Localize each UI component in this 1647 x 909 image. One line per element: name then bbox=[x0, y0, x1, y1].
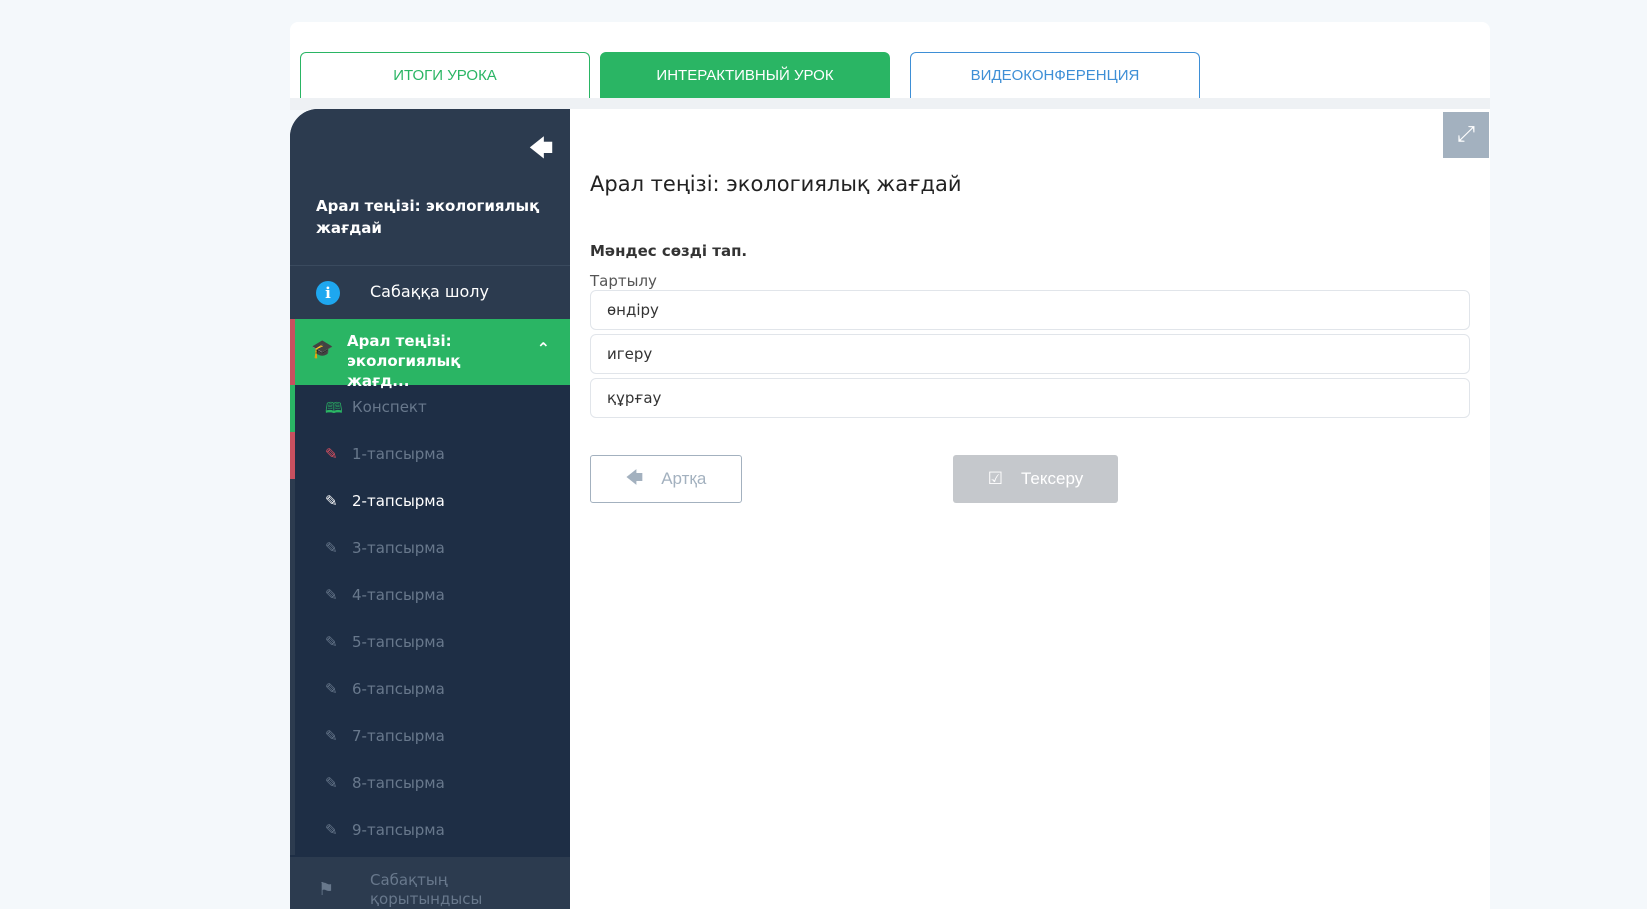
task-content-panel bbox=[570, 109, 1490, 909]
edit-icon: ✎ bbox=[325, 633, 338, 651]
checkbox-icon: ☑ bbox=[987, 469, 1003, 488]
tab-videoconference[interactable]: ВИДЕОКОНФЕРЕНЦИЯ bbox=[910, 52, 1200, 98]
lesson-sidebar: 🡄 Арал теңізі: экологиялық жағдай i Саба… bbox=[290, 109, 570, 909]
info-icon: i bbox=[316, 281, 340, 305]
sidebar-item-label: 7-тапсырма bbox=[352, 727, 445, 745]
tab-lesson-results[interactable]: ИТОГИ УРОКА bbox=[300, 52, 590, 98]
chevron-up-icon[interactable]: ⌃ bbox=[537, 339, 550, 358]
sidebar-item-label: 6-тапсырма bbox=[352, 680, 445, 698]
sidebar-item-task-7[interactable]: ✎ 7-тапсырма bbox=[290, 714, 570, 761]
sidebar-item-label: 4-тапсырма bbox=[352, 586, 445, 604]
back-button[interactable]: 🡄 Артқа bbox=[590, 455, 742, 503]
sidebar-item-label: 3-тапсырма bbox=[352, 539, 445, 557]
sidebar-item-label: Сабаққа шолу bbox=[370, 282, 489, 301]
edit-icon: ✎ bbox=[325, 539, 338, 557]
sidebar-item-task-1[interactable]: ✎ 1-тапсырма bbox=[290, 432, 570, 479]
sidebar-item-label: 8-тапсырма bbox=[352, 774, 445, 792]
answer-option[interactable]: құрғау bbox=[590, 378, 1470, 418]
edit-icon: ✎ bbox=[325, 821, 338, 839]
sidebar-item-task-5[interactable]: ✎ 5-тапсырма bbox=[290, 620, 570, 667]
sidebar-item-overview[interactable]: i Сабаққа шолу bbox=[290, 265, 570, 320]
check-button-label: Тексеру bbox=[1021, 469, 1084, 488]
target-word: Тартылу bbox=[590, 272, 657, 290]
sidebar-item-lesson[interactable]: 🎓 Арал теңізі: экологиялық жағд... ⌃ bbox=[290, 319, 570, 390]
sidebar-item-task-9[interactable]: ✎ 9-тапсырма bbox=[290, 808, 570, 855]
sidebar-item-konspekt[interactable]: 🕮 Конспект bbox=[290, 385, 570, 432]
arrow-left-icon: 🡄 bbox=[625, 467, 644, 487]
check-button[interactable]: ☑ Тексеру bbox=[953, 455, 1118, 503]
back-button-label: Артқа bbox=[661, 469, 707, 488]
sidebar-header: 🡄 Арал теңізі: экологиялық жағдай bbox=[290, 109, 570, 265]
graduation-cap-icon: 🎓 bbox=[311, 339, 334, 360]
sidebar-item-label: Сабақтың қорытындысы bbox=[370, 871, 483, 908]
answer-option[interactable]: өндіру bbox=[590, 290, 1470, 330]
sidebar-item-label: Арал теңізі: экологиялық жағд... bbox=[347, 332, 461, 390]
sidebar-item-label: 5-тапсырма bbox=[352, 633, 445, 651]
sidebar-item-task-2[interactable]: ✎ 2-тапсырма bbox=[290, 479, 570, 526]
edit-icon: ✎ bbox=[325, 445, 338, 463]
sidebar-item-label: 2-тапсырма bbox=[352, 492, 445, 510]
sidebar-item-label: 9-тапсырма bbox=[352, 821, 445, 839]
sidebar-item-lesson-summary[interactable]: ⚑ Сабақтың қорытындысы bbox=[290, 857, 570, 909]
edit-icon: ✎ bbox=[325, 586, 338, 604]
edit-icon: ✎ bbox=[325, 680, 338, 698]
book-icon: 🕮 bbox=[325, 399, 343, 417]
answer-option[interactable]: игеру bbox=[590, 334, 1470, 374]
sidebar-item-task-3[interactable]: ✎ 3-тапсырма bbox=[290, 526, 570, 573]
fullscreen-expand-icon[interactable]: ⤢ bbox=[1443, 112, 1489, 158]
flag-icon: ⚑ bbox=[318, 879, 335, 900]
page-title: Арал теңізі: экологиялық жағдай bbox=[590, 172, 962, 196]
edit-icon: ✎ bbox=[325, 727, 338, 745]
tab-interactive-lesson[interactable]: ИНТЕРАКТИВНЫЙ УРОК bbox=[600, 52, 890, 98]
edit-icon: ✎ bbox=[325, 492, 338, 510]
task-prompt: Мәндес сөзді тап. bbox=[590, 242, 748, 260]
back-arrow-icon[interactable]: 🡄 bbox=[528, 135, 554, 161]
sidebar-item-task-6[interactable]: ✎ 6-тапсырма bbox=[290, 667, 570, 714]
sidebar-item-task-8[interactable]: ✎ 8-тапсырма bbox=[290, 761, 570, 808]
sidebar-item-task-4[interactable]: ✎ 4-тапсырма bbox=[290, 573, 570, 620]
edit-icon: ✎ bbox=[325, 774, 338, 792]
sidebar-lesson-title: Арал теңізі: экологиялық жағдай bbox=[316, 197, 540, 237]
sidebar-item-label: 1-тапсырма bbox=[352, 445, 445, 463]
sidebar-item-label: Конспект bbox=[352, 398, 427, 416]
